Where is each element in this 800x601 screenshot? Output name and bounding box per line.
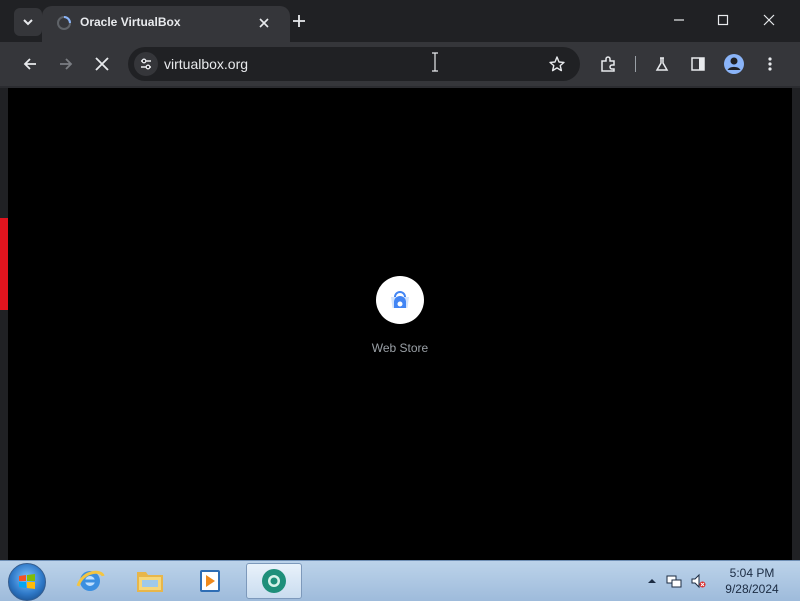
taskbar-internet-explorer[interactable] — [62, 563, 118, 599]
star-icon — [549, 56, 565, 72]
toolbar-separator — [635, 56, 636, 72]
forward-button[interactable] — [52, 50, 80, 78]
plus-icon — [293, 15, 305, 27]
close-icon — [763, 14, 775, 26]
arrow-left-icon — [23, 58, 36, 70]
browser-toolbar: virtualbox.org — [0, 42, 800, 86]
close-icon — [95, 57, 109, 71]
chrome-icon — [262, 569, 286, 593]
minimize-icon — [674, 19, 684, 21]
web-store-icon — [391, 291, 409, 308]
text-cursor-icon — [430, 52, 440, 72]
url-text[interactable]: virtualbox.org — [164, 56, 248, 72]
address-bar[interactable]: virtualbox.org — [128, 47, 580, 81]
taskbar-chrome[interactable] — [246, 563, 302, 599]
tab-strip: Oracle VirtualBox — [0, 0, 800, 42]
globe-loading-icon — [56, 15, 72, 31]
browser-window: Oracle VirtualBox virtualbox.org Web Sto… — [0, 0, 800, 560]
arrow-right-icon — [60, 58, 73, 70]
chevron-down-icon — [23, 19, 33, 26]
start-button[interactable] — [8, 563, 46, 601]
puzzle-icon — [601, 56, 615, 72]
internet-explorer-icon — [76, 570, 105, 591]
media-player-icon — [200, 570, 220, 592]
profile-button[interactable] — [720, 50, 748, 78]
stop-loading-button[interactable] — [88, 50, 116, 78]
network-icon — [666, 575, 682, 588]
clock-date: 9/28/2024 — [725, 582, 779, 596]
taskbar-clock[interactable]: 5:04 PM 9/28/2024 — [712, 565, 792, 597]
window-close-button[interactable] — [746, 0, 792, 40]
taskbar-file-explorer[interactable] — [122, 563, 178, 599]
tab-close-button[interactable] — [254, 13, 274, 33]
labs-button[interactable] — [648, 50, 676, 78]
volume-tray-button[interactable] — [690, 573, 706, 589]
side-panel-button[interactable] — [684, 50, 712, 78]
tab-active[interactable]: Oracle VirtualBox — [42, 6, 290, 42]
tune-icon — [141, 58, 151, 70]
site-info-button[interactable] — [134, 52, 158, 76]
new-tab-button[interactable] — [288, 10, 310, 32]
page-content: Web Store — [8, 88, 792, 552]
close-icon — [259, 18, 269, 28]
tab-title: Oracle VirtualBox — [80, 15, 181, 29]
maximize-icon — [717, 14, 729, 26]
back-button[interactable] — [16, 50, 44, 78]
volume-muted-icon — [691, 573, 706, 589]
extensions-button[interactable] — [594, 50, 622, 78]
flask-icon — [655, 57, 669, 71]
bookmark-star-button[interactable] — [546, 53, 568, 75]
tab-search-button[interactable] — [14, 8, 42, 36]
chevron-up-icon — [648, 579, 656, 583]
windows-logo-icon — [19, 574, 35, 589]
network-tray-button[interactable] — [666, 573, 682, 589]
side-panel-icon — [691, 57, 705, 71]
file-explorer-icon — [137, 572, 163, 592]
left-accent-bar — [0, 218, 8, 310]
web-store-shortcut[interactable] — [376, 276, 424, 324]
maximize-button[interactable] — [700, 0, 746, 40]
avatar-icon — [724, 54, 744, 74]
menu-button[interactable] — [756, 50, 784, 78]
web-store-label[interactable]: Web Store — [360, 341, 440, 355]
show-hidden-icons-button[interactable] — [644, 573, 660, 589]
more-vert-icon — [768, 57, 772, 71]
minimize-button[interactable] — [656, 0, 702, 40]
taskbar: 5:04 PM 9/28/2024 — [0, 560, 800, 601]
clock-time: 5:04 PM — [729, 566, 775, 580]
taskbar-media-player[interactable] — [182, 563, 238, 599]
